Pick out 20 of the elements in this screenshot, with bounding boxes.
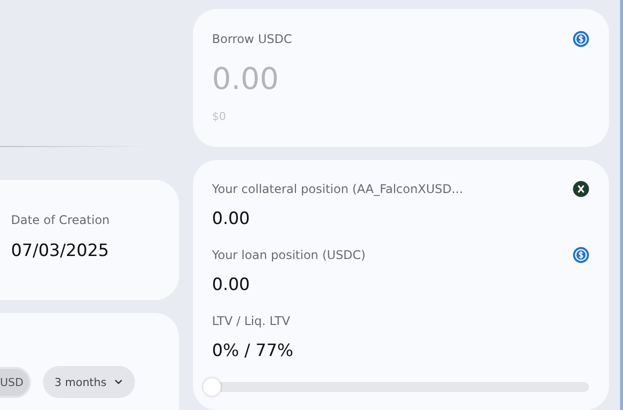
position-value: 0% / 77% xyxy=(212,340,294,361)
usd-value: $0 xyxy=(212,110,227,123)
scrollbar[interactable] xyxy=(620,0,623,410)
chevron-down-icon xyxy=(114,379,124,385)
date-value: 07/03/2025 xyxy=(11,241,110,261)
position-value: 0.00 xyxy=(212,208,251,229)
x-coin-icon xyxy=(573,180,589,197)
position-label: Your loan position (USDC) xyxy=(212,248,366,262)
amount-input[interactable]: 0.00 xyxy=(212,59,412,99)
period-dropdown[interactable]: 3 months xyxy=(42,366,136,398)
date-label: Date of Creation xyxy=(11,213,111,227)
position-label: Your collateral position (AA_FalconXUSD... xyxy=(212,182,464,196)
dollar-coin-icon xyxy=(573,246,589,263)
ltv-slider[interactable] xyxy=(203,378,589,396)
borrow-title: Borrow USDC xyxy=(212,32,292,46)
position-label: LTV / Liq. LTV xyxy=(212,314,290,328)
ltv-slider-thumb[interactable] xyxy=(203,378,221,396)
position-value: 0.00 xyxy=(212,274,251,295)
dollar-coin-icon xyxy=(573,31,589,47)
currency-option[interactable]: USD xyxy=(0,368,29,396)
